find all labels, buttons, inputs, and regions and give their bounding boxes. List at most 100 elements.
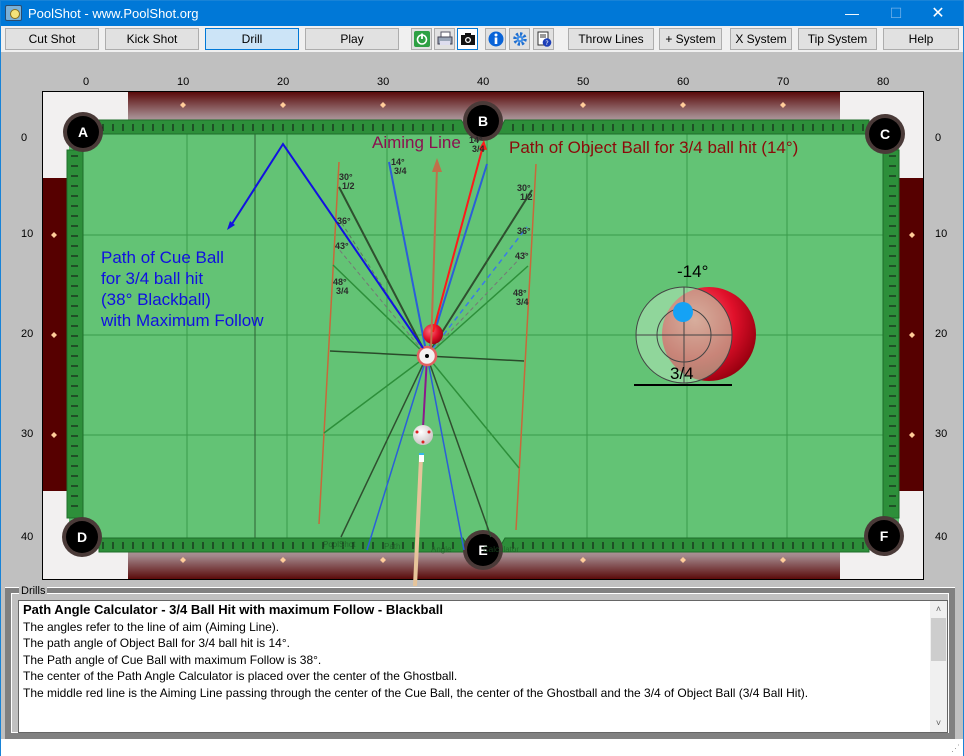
x-system-button[interactable]: X System <box>730 28 792 50</box>
resize-grip-icon[interactable]: ⋰ <box>951 743 960 754</box>
rail-tick <box>332 124 334 131</box>
scroll-down-icon[interactable]: ˅ <box>930 715 947 732</box>
scroll-up-icon[interactable]: ˄ <box>930 601 947 618</box>
rail-tick <box>142 124 144 131</box>
power-icon <box>414 31 430 47</box>
rail-tick <box>572 124 574 131</box>
minimize-button[interactable]: — <box>829 1 875 26</box>
rail-tick <box>122 542 124 549</box>
rail-tick <box>242 124 244 131</box>
plus-system-button[interactable]: + System <box>659 28 722 50</box>
rail-tick <box>889 155 896 157</box>
rail-tick <box>812 542 814 549</box>
rail-tick <box>71 415 78 417</box>
throw-lines-button[interactable]: Throw Lines <box>568 28 654 50</box>
rail-tick <box>302 124 304 131</box>
object-path-label: Path of Object Ball for 3/4 ball hit (14… <box>509 138 799 157</box>
settings-button[interactable] <box>509 28 530 50</box>
rail-tick <box>71 455 78 457</box>
close-button[interactable]: ✕ <box>915 1 961 26</box>
rail-tick <box>232 124 234 131</box>
rail-tick <box>71 435 78 437</box>
play-button[interactable]: Play <box>305 28 399 50</box>
pocket-label: F <box>880 528 889 544</box>
rail-tick <box>71 315 78 317</box>
vertical-scrollbar[interactable]: ˄ ˅ <box>930 601 947 732</box>
pocket-label: C <box>880 126 890 142</box>
rail-tick <box>522 542 524 549</box>
rail-tick <box>762 542 764 549</box>
rail-tick <box>71 175 78 177</box>
maximize-button[interactable]: ☐ <box>873 1 919 26</box>
drill-line: The path angle of Object Ball for 3/4 ba… <box>23 636 290 650</box>
rail-tick <box>612 542 614 549</box>
rail-tick <box>572 542 574 549</box>
rail-tick <box>71 235 78 237</box>
gear-icon <box>513 32 527 46</box>
rail-tick <box>71 165 78 167</box>
rail-tick <box>702 542 704 549</box>
kick-shot-button[interactable]: Kick Shot <box>105 28 199 50</box>
scrollbar-thumb[interactable] <box>931 618 946 661</box>
rail-watermark: Calculator <box>483 545 520 554</box>
rail-tick <box>652 124 654 131</box>
rail-tick <box>192 124 194 131</box>
rail-tick <box>732 542 734 549</box>
rail-tick <box>542 124 544 131</box>
rail-tick <box>889 225 896 227</box>
rail-tick <box>622 124 624 131</box>
help-doc-button[interactable]: ? <box>533 28 554 50</box>
rail-tick <box>662 542 664 549</box>
drill-description[interactable]: Path Angle Calculator - 3/4 Ball Hit wit… <box>18 600 948 733</box>
rail-tick <box>352 124 354 131</box>
cut-shot-button[interactable]: Cut Shot <box>5 28 99 50</box>
rail-tick <box>312 542 314 549</box>
help-button[interactable]: Help <box>883 28 959 50</box>
angle-label: 30° 1/2 <box>339 172 355 191</box>
rail-tick <box>372 124 374 131</box>
rail-tick <box>889 505 896 507</box>
tip-system-button[interactable]: Tip System <box>798 28 877 50</box>
rail-tick <box>842 124 844 131</box>
rail-tick <box>412 542 414 549</box>
rail-tick <box>282 542 284 549</box>
rail-tick <box>152 124 154 131</box>
rail-tick <box>889 245 896 247</box>
rail-tick <box>552 124 554 131</box>
rail-tick <box>742 542 744 549</box>
angle-label: 48° 3/4 <box>333 277 349 296</box>
rail-tick <box>772 542 774 549</box>
calc-fraction-label: 3/4 <box>670 364 694 383</box>
print-button[interactable] <box>434 28 455 50</box>
rail-tick <box>632 542 634 549</box>
rail-tick <box>71 475 78 477</box>
rail-tick <box>862 124 864 131</box>
calculator-diagram <box>634 286 756 386</box>
rail-tick <box>889 335 896 337</box>
object-ball[interactable] <box>423 324 443 344</box>
rail-tick <box>272 124 274 131</box>
rail-tick <box>702 124 704 131</box>
info-button[interactable] <box>485 28 506 50</box>
rail-tick <box>762 124 764 131</box>
power-button[interactable] <box>411 28 432 50</box>
drill-button[interactable]: Drill <box>205 28 299 50</box>
rail-tick <box>802 124 804 131</box>
rail-tick <box>889 465 896 467</box>
rail-tick <box>292 542 294 549</box>
rail-tick <box>71 215 78 217</box>
rail-tick <box>782 124 784 131</box>
rail-tick <box>152 542 154 549</box>
rail-tick <box>889 415 896 417</box>
rail-tick <box>889 425 896 427</box>
rail-tick <box>71 255 78 257</box>
pocket-label: A <box>78 124 88 140</box>
rail-tick <box>812 124 814 131</box>
rail-tick <box>132 542 134 549</box>
screenshot-button[interactable] <box>457 28 478 50</box>
rail-tick <box>682 124 684 131</box>
rail-tick <box>602 124 604 131</box>
rail-tick <box>282 124 284 131</box>
angle-label: 14° 3/4 <box>391 157 407 176</box>
rail-tick <box>582 124 584 131</box>
